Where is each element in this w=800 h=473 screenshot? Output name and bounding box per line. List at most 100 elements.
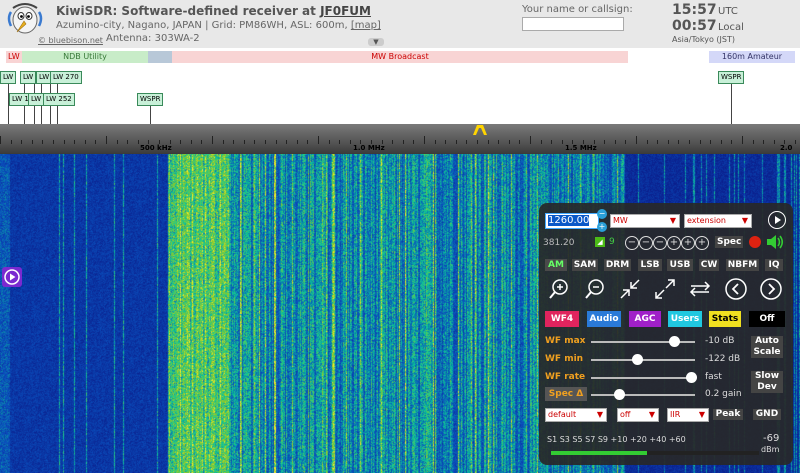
off-button[interactable]: Off bbox=[749, 311, 785, 327]
zoom-max-out-icon[interactable] bbox=[653, 277, 677, 301]
map-link[interactable]: [map] bbox=[351, 20, 381, 31]
station-label[interactable]: LW bbox=[28, 93, 45, 106]
scale-tick bbox=[297, 140, 298, 144]
users-button[interactable]: Users bbox=[668, 311, 702, 327]
swap-arrows-icon[interactable] bbox=[688, 277, 712, 301]
agc-indicator-icon[interactable]: ◢ bbox=[595, 237, 605, 247]
auto-scale-button[interactable]: Auto Scale bbox=[751, 336, 783, 358]
scale-tick bbox=[498, 140, 499, 144]
step-left-icon[interactable] bbox=[724, 277, 748, 301]
wf-min-slider[interactable] bbox=[591, 354, 695, 365]
scale-tick bbox=[382, 140, 383, 144]
speaker-icon[interactable] bbox=[766, 234, 784, 250]
band-bar: NDB Utility LW MW Broadcast 160m Amateur bbox=[0, 48, 800, 66]
step-right-icon[interactable] bbox=[759, 277, 783, 301]
agc-button[interactable]: AGC bbox=[629, 311, 661, 327]
band-lw[interactable]: LW bbox=[6, 51, 22, 63]
mode-nbfm-button[interactable]: NBFM bbox=[726, 259, 759, 271]
frequency-value[interactable]: 1260.00 bbox=[548, 215, 590, 226]
wf-min-slider-knob[interactable] bbox=[632, 354, 644, 365]
wf-rate-slider-knob[interactable] bbox=[686, 372, 697, 383]
station-label[interactable]: LW bbox=[0, 71, 17, 84]
scale-tick bbox=[106, 136, 107, 144]
extension-select-value: extension bbox=[687, 216, 726, 225]
station-label[interactable]: LW 252 bbox=[43, 93, 75, 106]
iir-select[interactable]: IIR ▼ bbox=[667, 408, 709, 422]
scale-tick bbox=[95, 140, 96, 144]
band-mw-broadcast[interactable]: MW Broadcast bbox=[172, 51, 628, 63]
band-ndb-utility[interactable]: NDB Utility bbox=[22, 51, 148, 63]
stats-button[interactable]: Stats bbox=[709, 311, 741, 327]
wf-max-slider[interactable] bbox=[591, 336, 695, 347]
mode-lsb-button[interactable]: LSB bbox=[638, 259, 662, 271]
spec-button[interactable]: Spec bbox=[715, 236, 744, 248]
zoom-in-max-button[interactable]: + bbox=[695, 236, 709, 250]
mode-sam-button[interactable]: SAM bbox=[572, 259, 598, 271]
gnd-button[interactable]: GND bbox=[753, 409, 781, 420]
peak-button[interactable]: Peak bbox=[713, 409, 743, 420]
record-icon[interactable] bbox=[749, 236, 761, 248]
zoom-in-button[interactable]: + bbox=[681, 236, 695, 250]
credit-text[interactable]: © bluebison.net bbox=[38, 36, 103, 45]
extension-select[interactable]: extension ▼ bbox=[684, 214, 752, 228]
scale-tick bbox=[477, 140, 478, 144]
spec-gain-slider-knob[interactable] bbox=[614, 389, 625, 400]
spec-gain-slider[interactable] bbox=[591, 389, 695, 400]
zoom-band-icon[interactable] bbox=[618, 277, 642, 301]
spec-off-select[interactable]: off ▼ bbox=[617, 408, 659, 422]
band-ndb-tail[interactable] bbox=[148, 51, 172, 63]
scale-tick bbox=[0, 136, 1, 144]
step-up-button[interactable]: + bbox=[597, 222, 607, 232]
frequency-scale[interactable]: 500 kHz 1.0 MHz 1.5 MHz 2.0 bbox=[0, 124, 800, 154]
zoom-out-button[interactable]: − bbox=[639, 236, 653, 250]
collapse-header-button[interactable]: ▼ bbox=[368, 38, 384, 46]
credit-link[interactable]: © bluebison.net bbox=[38, 36, 103, 45]
spec-filter-select[interactable]: default ▼ bbox=[545, 408, 607, 422]
scale-tick bbox=[32, 140, 33, 144]
band-select[interactable]: MW ▼ bbox=[610, 214, 680, 228]
scale-tick bbox=[689, 140, 690, 144]
name-input[interactable] bbox=[522, 17, 624, 31]
wf-max-slider-knob[interactable] bbox=[668, 336, 680, 347]
station-label[interactable]: LW 270 bbox=[50, 71, 82, 84]
slow-dev-button[interactable]: Slow Dev bbox=[751, 371, 783, 393]
scale-tick bbox=[403, 140, 404, 144]
mode-usb-button[interactable]: USB bbox=[667, 259, 693, 271]
scale-tick bbox=[339, 140, 340, 144]
passband-marker[interactable] bbox=[471, 123, 489, 135]
zoom-in-icon[interactable] bbox=[547, 277, 571, 301]
station-label[interactable]: WSPR bbox=[137, 93, 164, 106]
step-plus-button[interactable]: + bbox=[667, 236, 681, 250]
mode-am-button[interactable]: AM bbox=[545, 259, 567, 271]
step-down-button[interactable]: − bbox=[597, 209, 607, 219]
frequency-input[interactable]: 1260.00 bbox=[545, 213, 599, 229]
mode-iq-button[interactable]: IQ bbox=[765, 259, 783, 271]
station-label[interactable]: WSPR bbox=[718, 71, 745, 84]
scale-tick bbox=[742, 136, 743, 144]
wf-max-value: -10 dB bbox=[705, 336, 735, 346]
iir-value: IIR bbox=[670, 410, 681, 419]
mode-cw-button[interactable]: CW bbox=[699, 259, 719, 271]
station-label[interactable]: LW bbox=[20, 71, 37, 84]
callsign-link[interactable]: JF0FUM bbox=[320, 4, 371, 18]
scale-tick bbox=[392, 140, 393, 144]
step-minus-button[interactable]: − bbox=[653, 236, 667, 250]
station-labels: LW LW LW LW 270 LW 1 LW LW 252 WSPR WSPR bbox=[0, 66, 800, 124]
wf4-button[interactable]: WF4 bbox=[545, 311, 579, 327]
scale-tick bbox=[466, 140, 467, 144]
audio-button[interactable]: Audio bbox=[587, 311, 621, 327]
scale-tick bbox=[85, 140, 86, 144]
scale-tick bbox=[11, 140, 12, 144]
mode-drm-button[interactable]: DRM bbox=[604, 259, 631, 271]
play-icon[interactable] bbox=[768, 211, 786, 229]
scale-tick bbox=[700, 140, 701, 144]
zoom-out-icon[interactable] bbox=[583, 277, 607, 301]
scale-tick bbox=[530, 136, 531, 144]
band-160m-amateur[interactable]: 160m Amateur bbox=[709, 51, 795, 63]
scale-label-500khz: 500 kHz bbox=[140, 144, 172, 152]
spec-delta-button[interactable]: Spec Δ bbox=[545, 387, 587, 401]
zoom-out-max-button[interactable]: − bbox=[625, 236, 639, 250]
wf-rate-slider[interactable] bbox=[591, 372, 697, 383]
scale-tick bbox=[424, 136, 425, 144]
play-icon[interactable] bbox=[2, 267, 22, 287]
